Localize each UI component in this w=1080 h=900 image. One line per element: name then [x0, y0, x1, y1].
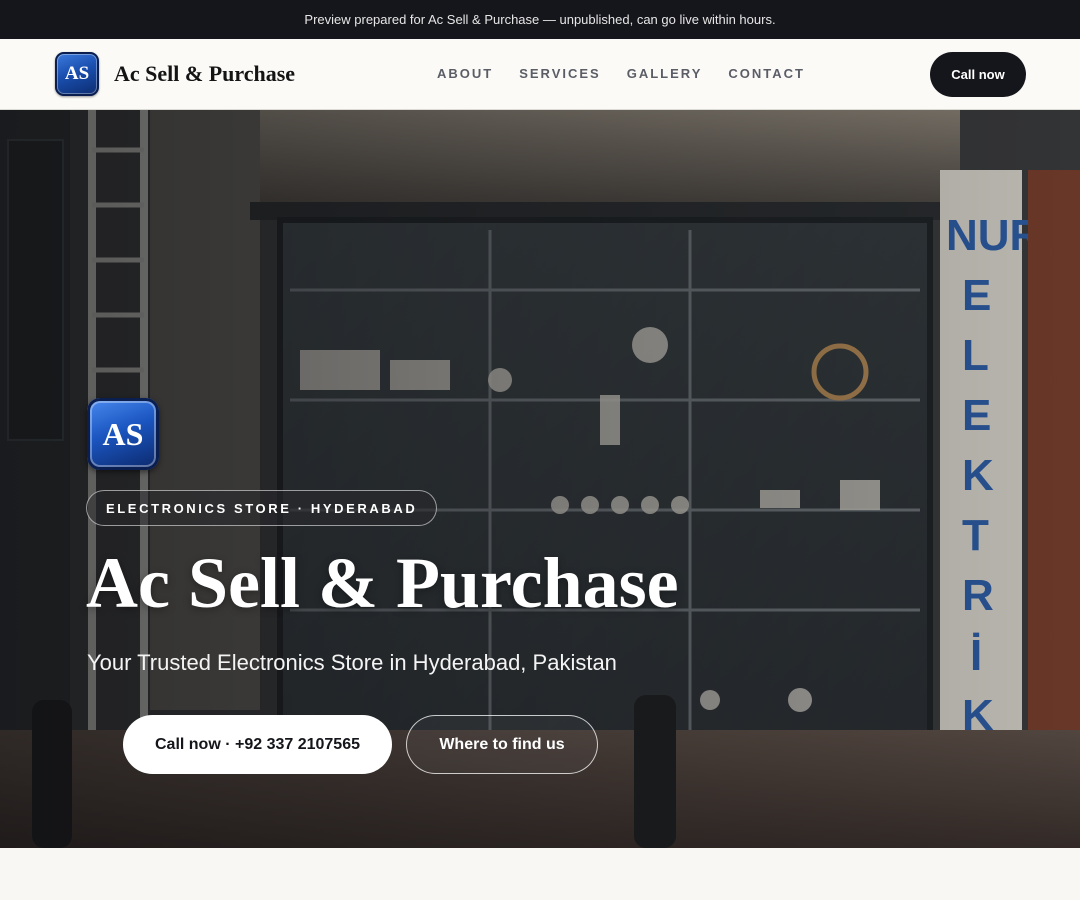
hero-section: NUR E L E K T R İ K AS ELECTRONICS STORE…	[0, 110, 1080, 848]
store-category-badge: ELECTRONICS STORE · HYDERABAD	[86, 490, 438, 526]
call-phone-button[interactable]: Call now · +92 337 2107565	[123, 715, 392, 774]
brand-logo[interactable]: AS	[55, 52, 99, 96]
brand-logo-text: AS	[64, 63, 90, 84]
announcement-text: Preview prepared for Ac Sell & Purchase …	[304, 12, 776, 27]
nav-link-contact[interactable]: CONTACT	[728, 66, 805, 81]
announcement-bar: Preview prepared for Ac Sell & Purchase …	[0, 0, 1080, 39]
find-us-button[interactable]: Where to find us	[406, 715, 598, 774]
call-now-button[interactable]: Call now	[930, 52, 1026, 97]
hero-subtitle: Your Trusted Electronics Store in Hydera…	[87, 650, 617, 675]
main-nav: ABOUT SERVICES GALLERY CONTACT	[437, 66, 805, 81]
hero-logo-text: AS	[102, 415, 144, 452]
brand-name[interactable]: Ac Sell & Purchase	[114, 61, 295, 87]
site-header: AS Ac Sell & Purchase ABOUT SERVICES GAL…	[0, 39, 1080, 110]
nav-link-gallery[interactable]: GALLERY	[627, 66, 703, 81]
hero-logo: AS	[87, 398, 159, 470]
nav-link-about[interactable]: ABOUT	[437, 66, 493, 81]
hero-title: Ac Sell & Purchase	[86, 543, 679, 623]
badge-text: ELECTRONICS STORE · HYDERABAD	[106, 500, 418, 516]
nav-link-services[interactable]: SERVICES	[519, 66, 601, 81]
